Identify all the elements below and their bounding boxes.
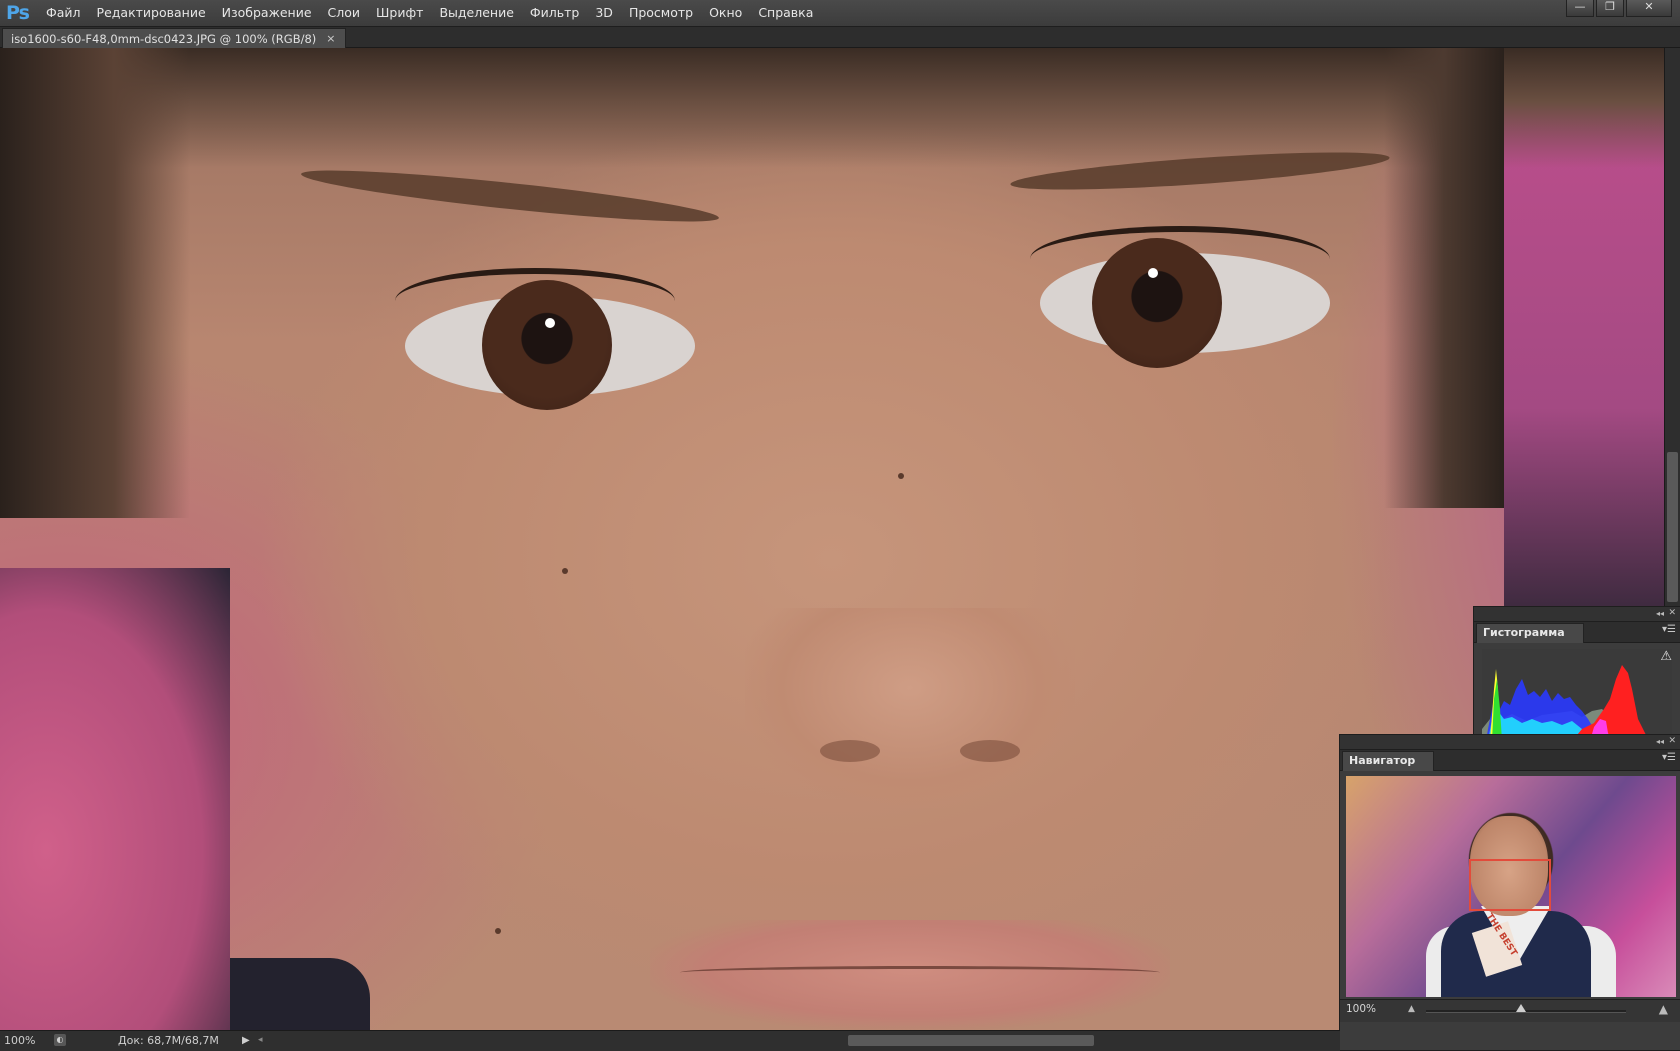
status-bar: 100% ◐ Док: 68,7M/68,7M ▶ ◂ [0,1030,1340,1051]
navigator-tab-row: Навигатор ▾☰ [1340,750,1680,771]
photo-right-iris [1092,238,1222,368]
navigator-panel: ◂◂ ✕ Навигатор ▾☰ THE BEST 100% ▲ ▲ [1339,734,1680,1051]
menu-help[interactable]: Справка [750,0,821,26]
histogram-graph [1482,649,1672,741]
restore-button[interactable]: ❐ [1596,0,1624,17]
menu-filter[interactable]: Фильтр [522,0,587,26]
navigator-thumbnail[interactable]: THE BEST [1346,776,1676,997]
menu-3d[interactable]: 3D [587,0,621,26]
menu-file[interactable]: Файл [38,0,89,26]
tab-navigator[interactable]: Навигатор [1342,751,1435,771]
zoom-slider[interactable] [1426,1010,1626,1013]
photo-right-nostril [960,740,1020,762]
histogram-panel: ◂◂ ✕ Гистограмма ▾☰ ⚠ [1473,606,1680,741]
horizontal-scroll-thumb[interactable] [848,1035,1094,1046]
photoshop-logo-icon: Ps [6,2,30,24]
photo-hair-right [1384,48,1504,508]
photo-mole [898,473,904,479]
photo-hair-left [0,48,190,518]
photo-left-iris [482,280,612,410]
panel-header-strip: ◂◂ ✕ [1474,607,1680,622]
histogram-tab-row: Гистограмма ▾☰ [1474,622,1680,643]
photo-mole [562,568,568,574]
collapse-panel-icon[interactable]: ◂◂ [1656,607,1664,620]
zoom-in-icon[interactable]: ▲ [1659,1002,1668,1016]
collapse-panel-icon[interactable]: ◂◂ [1656,735,1664,748]
document-tab[interactable]: iso1600-s60-F48,0mm-dsc0423.JPG @ 100% (… [2,28,347,48]
close-panel-icon[interactable]: ✕ [1668,607,1676,620]
warning-icon[interactable]: ⚠ [1660,649,1672,664]
document-tab-bar: iso1600-s60-F48,0mm-dsc0423.JPG @ 100% (… [0,27,1680,48]
photo-mole [495,928,501,934]
vertical-scrollbar[interactable] [1664,48,1680,618]
menu-image[interactable]: Изображение [214,0,320,26]
photo-left-nostril [820,740,880,762]
menu-select[interactable]: Выделение [431,0,521,26]
menu-type[interactable]: Шрифт [368,0,431,26]
document-tab-title: iso1600-s60-F48,0mm-dsc0423.JPG @ 100% (… [11,31,317,46]
photo-shirt-collar [230,958,370,1030]
zoom-level-field[interactable]: 100% [4,1031,35,1050]
panel-header-strip: ◂◂ ✕ [1340,735,1680,750]
photo-left-eye-glint [545,318,555,328]
document-profile-icon[interactable]: ◐ [54,1034,66,1046]
photo-left-eyebrow [299,161,721,231]
menu-edit[interactable]: Редактирование [89,0,214,26]
close-window-button[interactable]: ✕ [1626,0,1672,17]
vertical-scroll-thumb[interactable] [1667,452,1678,602]
photo-background-left [0,568,230,1030]
close-panel-icon[interactable]: ✕ [1668,735,1676,748]
panel-menu-icon[interactable]: ▾☰ [1662,624,1676,635]
menu-view[interactable]: Просмотр [621,0,701,26]
menu-bar: Ps Файл Редактирование Изображение Слои … [0,0,1680,27]
histogram-chart [1482,665,1672,741]
navigator-footer: 100% ▲ ▲ [1340,999,1680,1022]
window-controls: — ❐ ✕ [1564,0,1672,17]
photo-right-eye-glint [1148,268,1158,278]
scroll-left-icon[interactable]: ◂ [258,1031,263,1050]
close-tab-icon[interactable]: × [326,30,335,48]
document-size-info: Док: 68,7M/68,7M [118,1034,219,1047]
navigator-zoom-field[interactable]: 100% [1346,1003,1376,1015]
zoom-slider-knob[interactable] [1516,1004,1526,1012]
tab-histogram[interactable]: Гистограмма [1476,623,1584,643]
photo-nose [745,608,1075,808]
panel-menu-icon[interactable]: ▾☰ [1662,752,1676,763]
zoom-out-icon[interactable]: ▲ [1408,1004,1415,1014]
navigator-view-rectangle[interactable] [1469,859,1551,911]
main-menu: Файл Редактирование Изображение Слои Шри… [38,0,821,26]
photo-lip-line [680,966,1160,979]
menu-layers[interactable]: Слои [320,0,369,26]
minimize-button[interactable]: — [1566,0,1594,17]
menu-window[interactable]: Окно [701,0,750,26]
status-menu-arrow-icon[interactable]: ▶ [242,1031,250,1050]
histogram-red-channel [1572,665,1654,741]
